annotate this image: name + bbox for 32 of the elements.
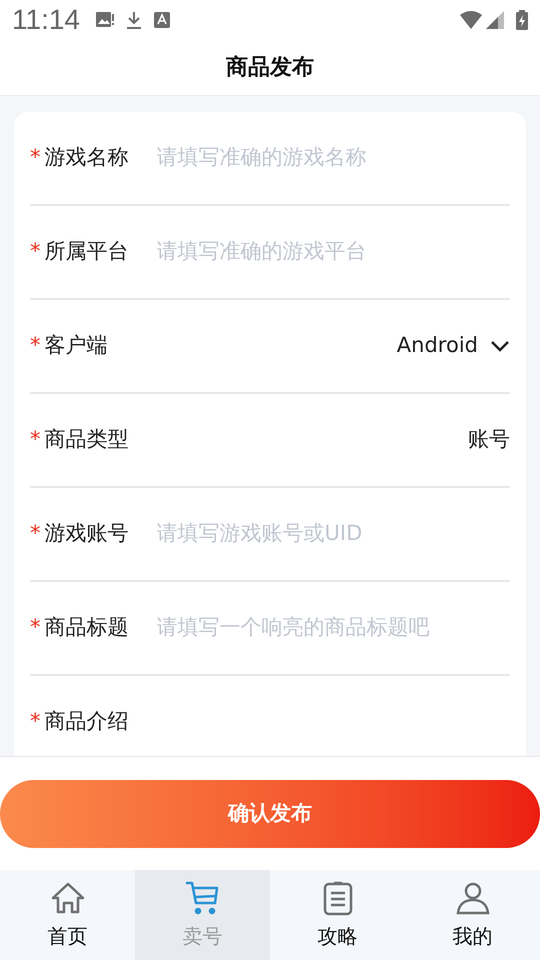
text-field[interactable]: 请填写准确的游戏平台 bbox=[156, 236, 510, 268]
field-value: 账号 bbox=[468, 426, 510, 454]
field-label: 客户端 bbox=[44, 332, 108, 360]
client-dropdown[interactable]: Android bbox=[396, 330, 510, 362]
page-title: 商品发布 bbox=[226, 54, 314, 82]
tab-bar-item[interactable]: 我的 bbox=[405, 870, 540, 960]
text-field[interactable]: 请填写一个响亮的商品标题吧 bbox=[156, 612, 510, 644]
field-label: 商品类型 bbox=[44, 426, 128, 454]
field-label: 游戏名称 bbox=[44, 144, 128, 172]
required-asterisk: * bbox=[30, 238, 40, 266]
required-asterisk: * bbox=[30, 708, 40, 736]
required-asterisk: * bbox=[30, 520, 40, 548]
signal-icon bbox=[486, 11, 504, 29]
chevron-down-icon bbox=[490, 340, 510, 352]
status-time: 11:14 bbox=[12, 3, 80, 37]
image-icon bbox=[96, 12, 114, 28]
text-field[interactable]: 请填写准确的游戏名称 bbox=[156, 142, 510, 174]
field-label: 商品介绍 bbox=[44, 708, 128, 736]
tab-bar-item[interactable]: 首页 bbox=[0, 870, 135, 960]
required-asterisk: * bbox=[30, 332, 40, 360]
battery-icon bbox=[516, 10, 528, 30]
required-asterisk: * bbox=[30, 144, 40, 172]
field-label: 游戏账号 bbox=[44, 520, 128, 548]
field-label: 商品标题 bbox=[44, 614, 128, 642]
required-asterisk: * bbox=[30, 614, 40, 642]
required-asterisk: * bbox=[30, 426, 40, 454]
field-label: 所属平台 bbox=[44, 238, 128, 266]
tab-bar-item[interactable]: 攻略 bbox=[270, 870, 405, 960]
wifi-icon bbox=[460, 11, 482, 29]
text-field[interactable]: 请填写游戏账号或UID bbox=[156, 518, 510, 550]
download-icon bbox=[126, 11, 142, 29]
letter-a-icon bbox=[154, 12, 170, 28]
